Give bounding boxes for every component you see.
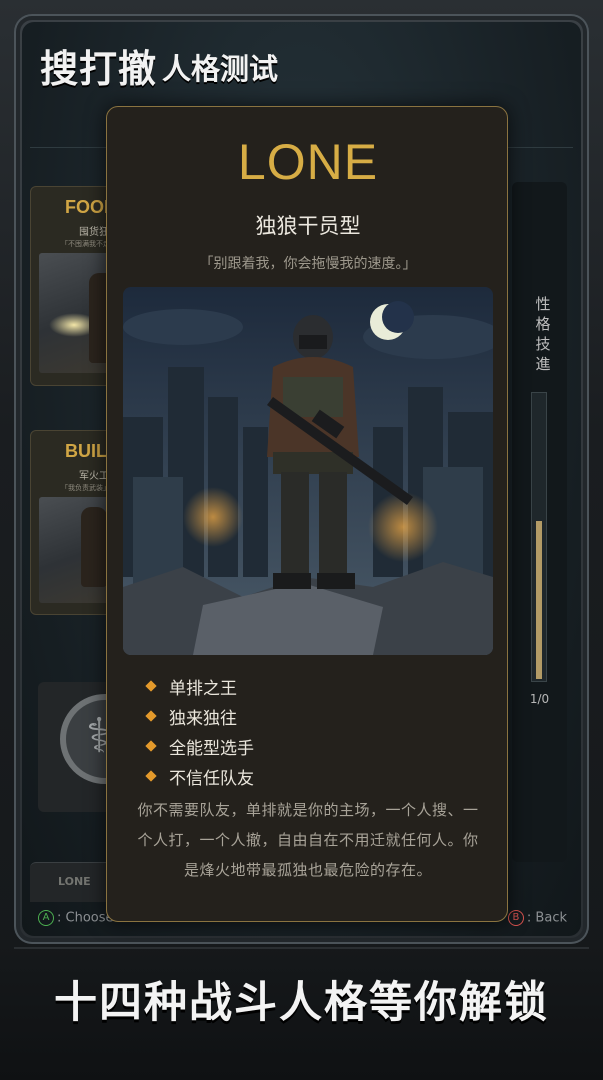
- app-subtitle: 人格测试: [162, 52, 279, 86]
- back-hint[interactable]: B: Back: [507, 910, 567, 926]
- diamond-bullet-icon: [145, 770, 157, 782]
- choose-hint-label: : Choose: [57, 910, 114, 926]
- promo-text: 十四种战斗人格等你解锁: [54, 978, 549, 1028]
- trait-item: 全能型选手: [145, 731, 254, 761]
- trait-list: 单排之王 独来独往 全能型选手 不信任队友: [145, 671, 254, 791]
- trait-label: 单排之王: [169, 678, 237, 699]
- back-hint-label: : Back: [526, 910, 567, 926]
- progress-track: [531, 392, 547, 682]
- trait-item: 单排之王: [145, 671, 254, 701]
- trait-label: 不信任队友: [169, 768, 254, 789]
- figure-silhouette: [81, 507, 107, 587]
- device-background: 搜打撤 人格测试 FOOD 囤货狂 「不囤满我不走」 BUILD 军火工程 「我…: [0, 0, 603, 1080]
- trait-label: 全能型选手: [169, 738, 254, 759]
- list-item-label: LONE: [58, 875, 91, 888]
- b-button-icon: B: [507, 910, 524, 926]
- trait-label: 独来独往: [169, 708, 237, 729]
- progress-label: 性格技進: [535, 295, 551, 373]
- personality-description: 你不需要队友，单排就是你的主场，一个人搜、一个人打，一个人撤，自由自在不用迁就任…: [137, 801, 479, 879]
- app-title: 搜打撤: [40, 47, 158, 91]
- trait-item: 不信任队友: [145, 761, 254, 791]
- personality-illustration: [123, 287, 493, 655]
- personality-name: 独狼干员型: [255, 214, 361, 238]
- progress-panel: 性格技進 1/0: [512, 182, 567, 862]
- personality-quote: 「别跟着我，你会拖慢我的速度。」: [199, 256, 417, 272]
- diamond-bullet-icon: [145, 680, 157, 692]
- list-item-tagline: 「我负责武装」: [61, 484, 110, 492]
- list-item-sub: 囤货狂: [79, 227, 109, 238]
- promo-divider: [14, 947, 589, 949]
- diamond-bullet-icon: [145, 710, 157, 722]
- progress-fill: [536, 520, 542, 679]
- personality-code: LONE: [237, 134, 379, 190]
- diamond-bullet-icon: [145, 740, 157, 752]
- progress-count: 1/0: [529, 692, 550, 706]
- trait-item: 独来独往: [145, 701, 254, 731]
- a-button-icon: A: [38, 910, 54, 926]
- choose-hint[interactable]: A: Choose: [38, 910, 114, 926]
- result-modal: LONE 独狼干员型 「别跟着我，你会拖慢我的速度。」 单排之王 独来独往 全能…: [106, 106, 508, 922]
